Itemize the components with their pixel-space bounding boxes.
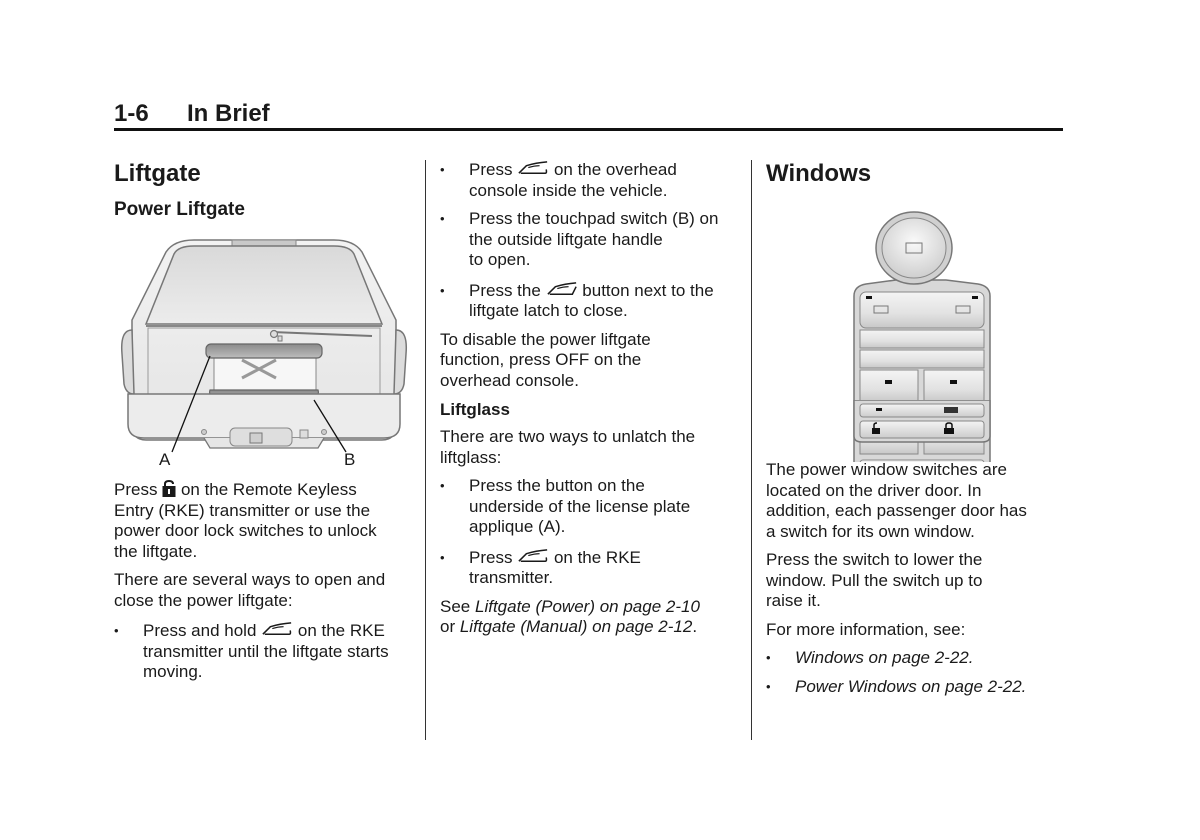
windows-link[interactable]: Windows on page 2-22.	[795, 648, 973, 667]
list-item: • Press the button next to the liftgate …	[440, 280, 714, 321]
liftglass-heading: Liftglass	[440, 400, 510, 419]
callout-label-b: B	[344, 450, 356, 469]
window-switch-front-right	[923, 369, 985, 403]
disable-paragraph: To disable the power liftgate function, …	[440, 329, 651, 390]
mirror-select-button	[859, 291, 985, 329]
column-3-text: The power window switches are located on…	[766, 460, 1066, 697]
list-item: • Power Windows on page 2-22.	[766, 677, 1066, 698]
liftgate-icon	[517, 548, 549, 565]
callout-label-a: A	[159, 450, 171, 469]
liftgate-power-link[interactable]: Liftgate (Power) on page 2-10	[475, 597, 700, 616]
tail-light-left	[120, 329, 135, 395]
bullet: •	[440, 549, 445, 565]
tail-light-right	[393, 329, 408, 395]
window-switch-front-left	[859, 369, 919, 403]
page-number: 1-6	[114, 100, 149, 127]
liftglass-paragraph: There are two ways to unlatch the liftgl…	[440, 427, 696, 467]
liftgate-figure: A B	[114, 234, 414, 470]
liftgate-close-icon	[546, 281, 578, 298]
list-item: • Press the touchpad switch (B) on the o…	[440, 209, 719, 269]
window-switches-paragraph: The power window switches are located on…	[766, 460, 1027, 541]
vehicle-rear-illustration	[120, 239, 408, 453]
bullet: •	[766, 650, 771, 665]
see-also-paragraph: See Liftgate (Power) on page 2-10 or Lif…	[440, 596, 700, 637]
bullet: •	[114, 623, 119, 638]
liftgate-icon	[517, 160, 549, 177]
unlock-icon	[162, 480, 176, 497]
rear-glass	[144, 245, 384, 325]
open-close-paragraph: There are several ways to open and close…	[114, 570, 386, 610]
list-item: • Press the button on the underside of t…	[440, 476, 691, 536]
bullet: •	[766, 678, 771, 694]
bullet: •	[440, 478, 445, 493]
bullet: •	[440, 211, 445, 226]
door-lock-switch-illustration	[853, 400, 991, 443]
unlock-paragraph: Press on the Remote Keyless Entry (RKE) …	[114, 480, 377, 561]
power-windows-link[interactable]: Power Windows on page 2-22.	[795, 677, 1026, 696]
bullet: •	[440, 282, 445, 298]
column-1: Liftgate Power Liftgate A B Press on the…	[114, 160, 414, 683]
power-liftgate-heading: Power Liftgate	[114, 199, 245, 220]
liftgate-icon	[261, 621, 293, 638]
liftgate-manual-link[interactable]: Liftgate (Manual) on page 2-12	[460, 617, 693, 636]
bullet: •	[440, 162, 445, 177]
list-item: • Press on the RKE transmitter.	[440, 547, 641, 588]
column-divider-1	[425, 160, 426, 740]
list-item: • Windows on page 2-22.	[766, 648, 1066, 669]
list-item: • Press on the overhead console inside t…	[440, 160, 677, 200]
windows-heading: Windows	[766, 160, 872, 187]
list-item: • Press and hold on the RKE transmitter …	[114, 621, 389, 681]
license-plate-applique	[205, 343, 323, 359]
mirror-control-knob	[881, 217, 947, 279]
column-2: • Press on the overhead console inside t…	[440, 160, 745, 638]
more-info-paragraph: For more information, see:	[766, 619, 966, 639]
section-title: In Brief	[187, 100, 270, 127]
header-rule	[114, 128, 1063, 131]
lower-raise-paragraph: Press the switch to lower the window. Pu…	[766, 550, 983, 610]
liftgate-heading: Liftgate	[114, 160, 201, 187]
column-divider-2	[751, 160, 752, 740]
